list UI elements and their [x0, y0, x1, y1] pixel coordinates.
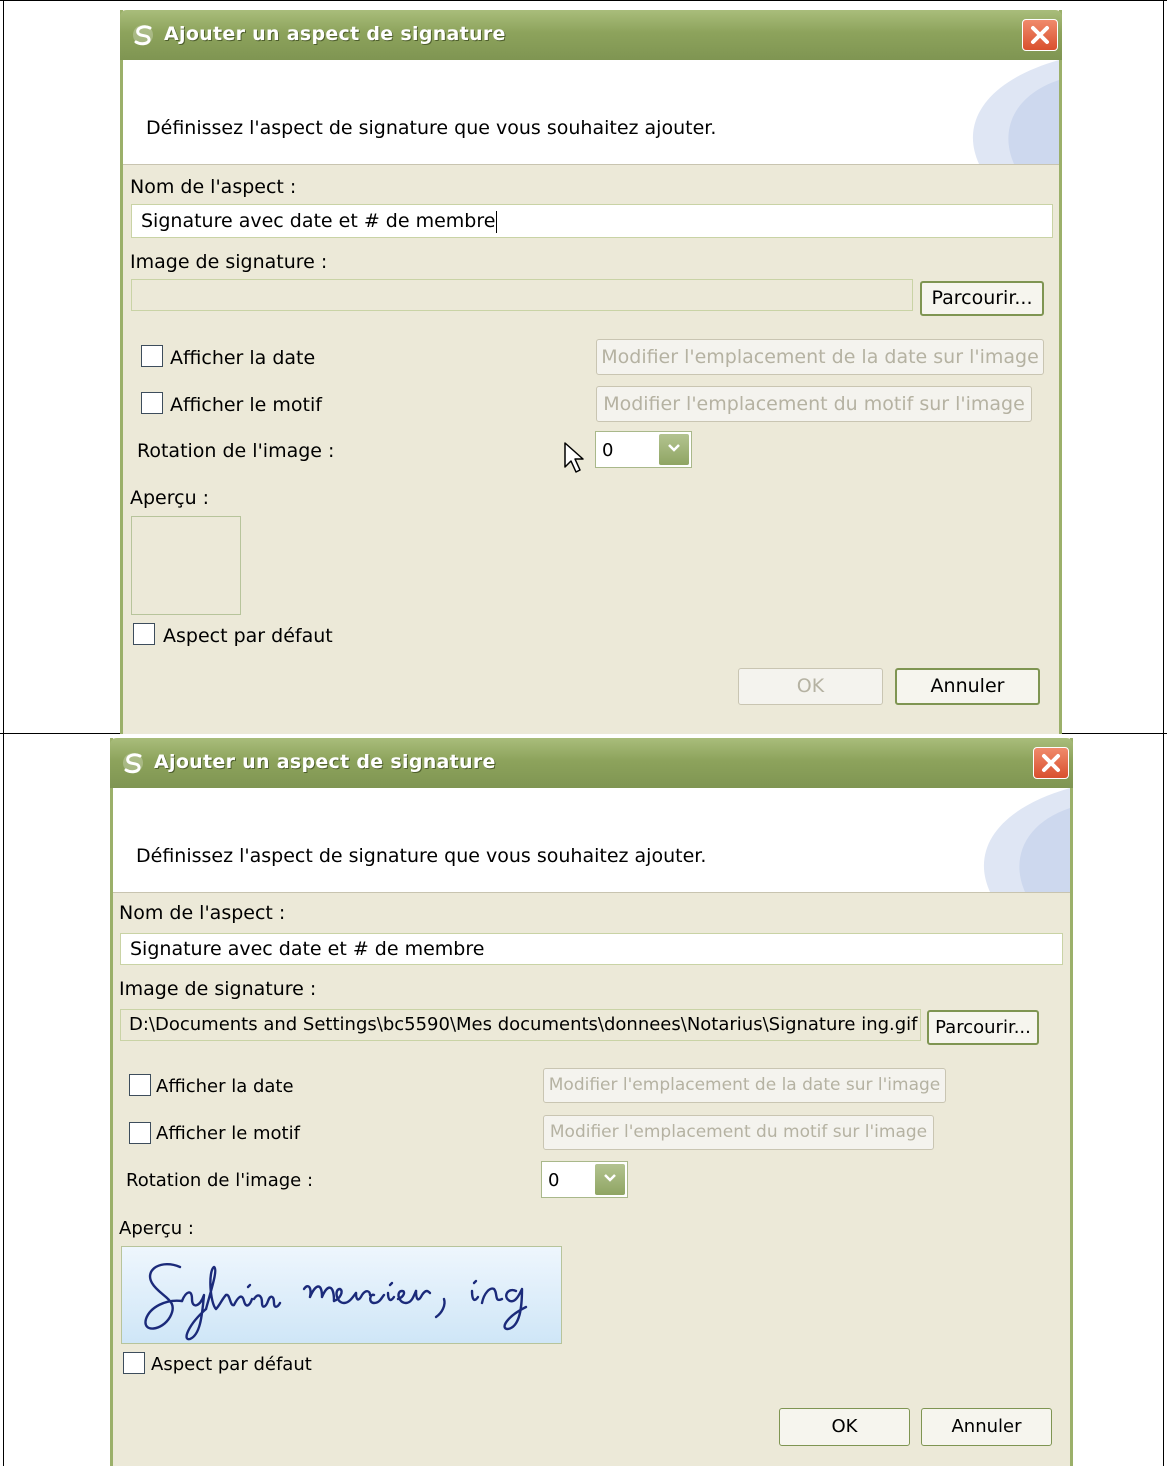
close-icon	[1031, 26, 1049, 44]
chevron-down-icon	[668, 444, 680, 452]
dropdown-arrow[interactable]	[659, 434, 689, 465]
app-icon	[123, 753, 143, 774]
rotation-value: 0	[548, 1170, 560, 1191]
edit-date-position-button[interactable]: Modifier l'emplacement de la date sur l'…	[596, 339, 1044, 375]
show-date-label: Afficher la date	[156, 1076, 294, 1097]
ok-button[interactable]: OK	[738, 668, 883, 705]
text-caret	[496, 210, 498, 233]
ok-button[interactable]: OK	[779, 1408, 910, 1446]
rotation-value: 0	[602, 440, 614, 461]
dialog-add-signature-aspect-before: Ajouter un aspect de signature Définisse…	[120, 10, 1062, 734]
header-instructions: Définissez l'aspect de signature que vou…	[146, 117, 717, 139]
image-path-value: D:\Documents and Settings\bc5590\Mes doc…	[129, 1014, 918, 1035]
rotation-select[interactable]: 0	[541, 1161, 628, 1198]
default-aspect-label: Aspect par défaut	[151, 1354, 312, 1375]
close-icon	[1042, 754, 1060, 772]
header-decoration	[972, 60, 1059, 164]
show-date-checkbox[interactable]	[141, 345, 163, 367]
show-reason-checkbox[interactable]	[141, 392, 163, 414]
name-input-value: Signature avec date et # de membre	[141, 210, 496, 232]
browse-button[interactable]: Parcourir...	[920, 281, 1044, 316]
name-label: Nom de l'aspect :	[119, 902, 286, 924]
show-reason-label: Afficher le motif	[156, 1123, 300, 1144]
app-icon	[133, 25, 153, 46]
rotation-label: Rotation de l'image :	[137, 440, 335, 462]
image-label: Image de signature :	[119, 978, 317, 1000]
dialog-header: Définissez l'aspect de signature que vou…	[123, 60, 1059, 165]
name-input-value: Signature avec date et # de membre	[130, 938, 485, 960]
show-reason-label: Afficher le motif	[170, 394, 322, 416]
header-decoration	[983, 788, 1070, 892]
dialog-header: Définissez l'aspect de signature que vou…	[113, 788, 1070, 893]
show-reason-checkbox[interactable]	[129, 1122, 151, 1144]
mouse-cursor-icon	[564, 442, 584, 473]
dialog-title: Ajouter un aspect de signature	[164, 23, 506, 45]
close-button[interactable]	[1022, 19, 1058, 51]
signature-preview	[121, 1246, 562, 1344]
show-date-label: Afficher la date	[170, 347, 316, 369]
title-bar[interactable]: Ajouter un aspect de signature	[110, 738, 1073, 788]
dialog-add-signature-aspect-after: Ajouter un aspect de signature Définisse…	[110, 738, 1073, 1466]
preview-label: Aperçu :	[119, 1218, 194, 1239]
image-path-input[interactable]	[131, 279, 913, 311]
rotation-label: Rotation de l'image :	[126, 1170, 314, 1191]
image-path-input[interactable]: D:\Documents and Settings\bc5590\Mes doc…	[120, 1009, 921, 1041]
edit-date-position-button[interactable]: Modifier l'emplacement de la date sur l'…	[543, 1068, 946, 1103]
rotation-select[interactable]: 0	[595, 431, 692, 468]
browse-button[interactable]: Parcourir...	[927, 1010, 1039, 1045]
chevron-down-icon	[604, 1174, 616, 1182]
name-input[interactable]: Signature avec date et # de membre	[120, 933, 1063, 965]
cancel-button[interactable]: Annuler	[895, 668, 1040, 705]
dialog-title: Ajouter un aspect de signature	[154, 751, 496, 773]
image-label: Image de signature :	[130, 251, 328, 273]
dropdown-arrow[interactable]	[595, 1164, 625, 1195]
preview-label: Aperçu :	[130, 487, 210, 509]
cancel-button[interactable]: Annuler	[921, 1408, 1052, 1446]
name-label: Nom de l'aspect :	[130, 176, 297, 198]
signature-preview	[131, 516, 241, 615]
edit-reason-position-button[interactable]: Modifier l'emplacement du motif sur l'im…	[543, 1115, 934, 1150]
title-bar[interactable]: Ajouter un aspect de signature	[120, 10, 1062, 60]
default-aspect-checkbox[interactable]	[123, 1352, 145, 1374]
name-input[interactable]: Signature avec date et # de membre	[131, 204, 1053, 238]
edit-reason-position-button[interactable]: Modifier l'emplacement du motif sur l'im…	[596, 386, 1032, 422]
header-instructions: Définissez l'aspect de signature que vou…	[136, 845, 707, 867]
default-aspect-checkbox[interactable]	[133, 623, 155, 645]
show-date-checkbox[interactable]	[129, 1074, 151, 1096]
close-button[interactable]	[1033, 747, 1069, 779]
handwritten-signature-image	[144, 1262, 528, 1341]
default-aspect-label: Aspect par défaut	[163, 625, 333, 647]
